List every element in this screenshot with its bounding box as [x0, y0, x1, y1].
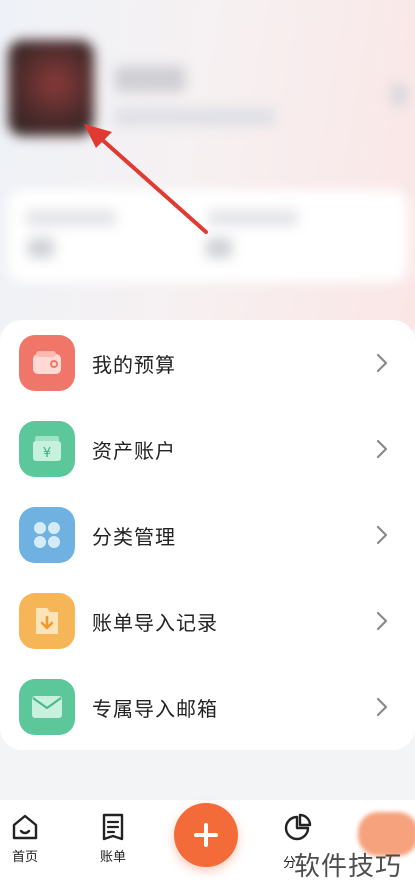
tab-stats[interactable] [273, 812, 323, 842]
grid-icon [19, 507, 75, 563]
svg-text:¥: ¥ [43, 446, 51, 461]
menu-card: 我的预算 ¥ 资产账户 分类管理 账单导入记录 专属导入邮箱 [0, 320, 415, 750]
spacer [0, 760, 415, 800]
menu-item-label: 分类管理 [92, 525, 176, 549]
stat-value-blurred [206, 238, 232, 258]
wallet-icon [19, 335, 75, 391]
plus-icon [194, 823, 218, 847]
home-icon [12, 814, 38, 840]
menu-item-assets[interactable]: ¥ 资产账户 [0, 406, 415, 492]
profile-header[interactable] [0, 0, 415, 300]
mail-icon [19, 679, 75, 735]
chevron-right-icon [376, 611, 388, 631]
stats-card [8, 190, 408, 282]
menu-item-label: 账单导入记录 [92, 611, 218, 635]
stat-value-blurred [28, 238, 54, 258]
avatar[interactable] [8, 40, 94, 136]
folder-import-icon [19, 593, 75, 649]
tab-bills-label: 账单 [99, 850, 126, 865]
user-subtitle-blurred [115, 108, 275, 126]
chevron-right-icon [376, 353, 388, 373]
tab-home-label: 首页 [11, 850, 38, 865]
tab-home[interactable]: 首页 [0, 812, 50, 865]
menu-item-label: 我的预算 [92, 353, 176, 377]
menu-item-label: 专属导入邮箱 [92, 697, 218, 721]
profile-chevron-icon[interactable] [391, 84, 407, 106]
money-card-icon: ¥ [19, 421, 75, 477]
menu-item-import-mailbox[interactable]: 专属导入邮箱 [0, 664, 415, 750]
chevron-right-icon [376, 697, 388, 717]
stat-label-blurred [208, 210, 298, 226]
pie-chart-icon [284, 813, 312, 841]
menu-item-categories[interactable]: 分类管理 [0, 492, 415, 578]
chevron-right-icon [376, 525, 388, 545]
user-name-blurred [115, 66, 185, 92]
menu-item-import-records[interactable]: 账单导入记录 [0, 578, 415, 664]
bill-icon [102, 813, 124, 841]
add-record-button[interactable] [174, 803, 238, 867]
stat-label-blurred [26, 210, 116, 226]
menu-item-label: 资产账户 [92, 439, 176, 463]
chevron-right-icon [376, 439, 388, 459]
menu-item-budget[interactable]: 我的预算 [0, 320, 415, 406]
watermark-text: 软件技巧 [294, 852, 403, 882]
tab-bills[interactable]: 账单 [88, 812, 138, 865]
